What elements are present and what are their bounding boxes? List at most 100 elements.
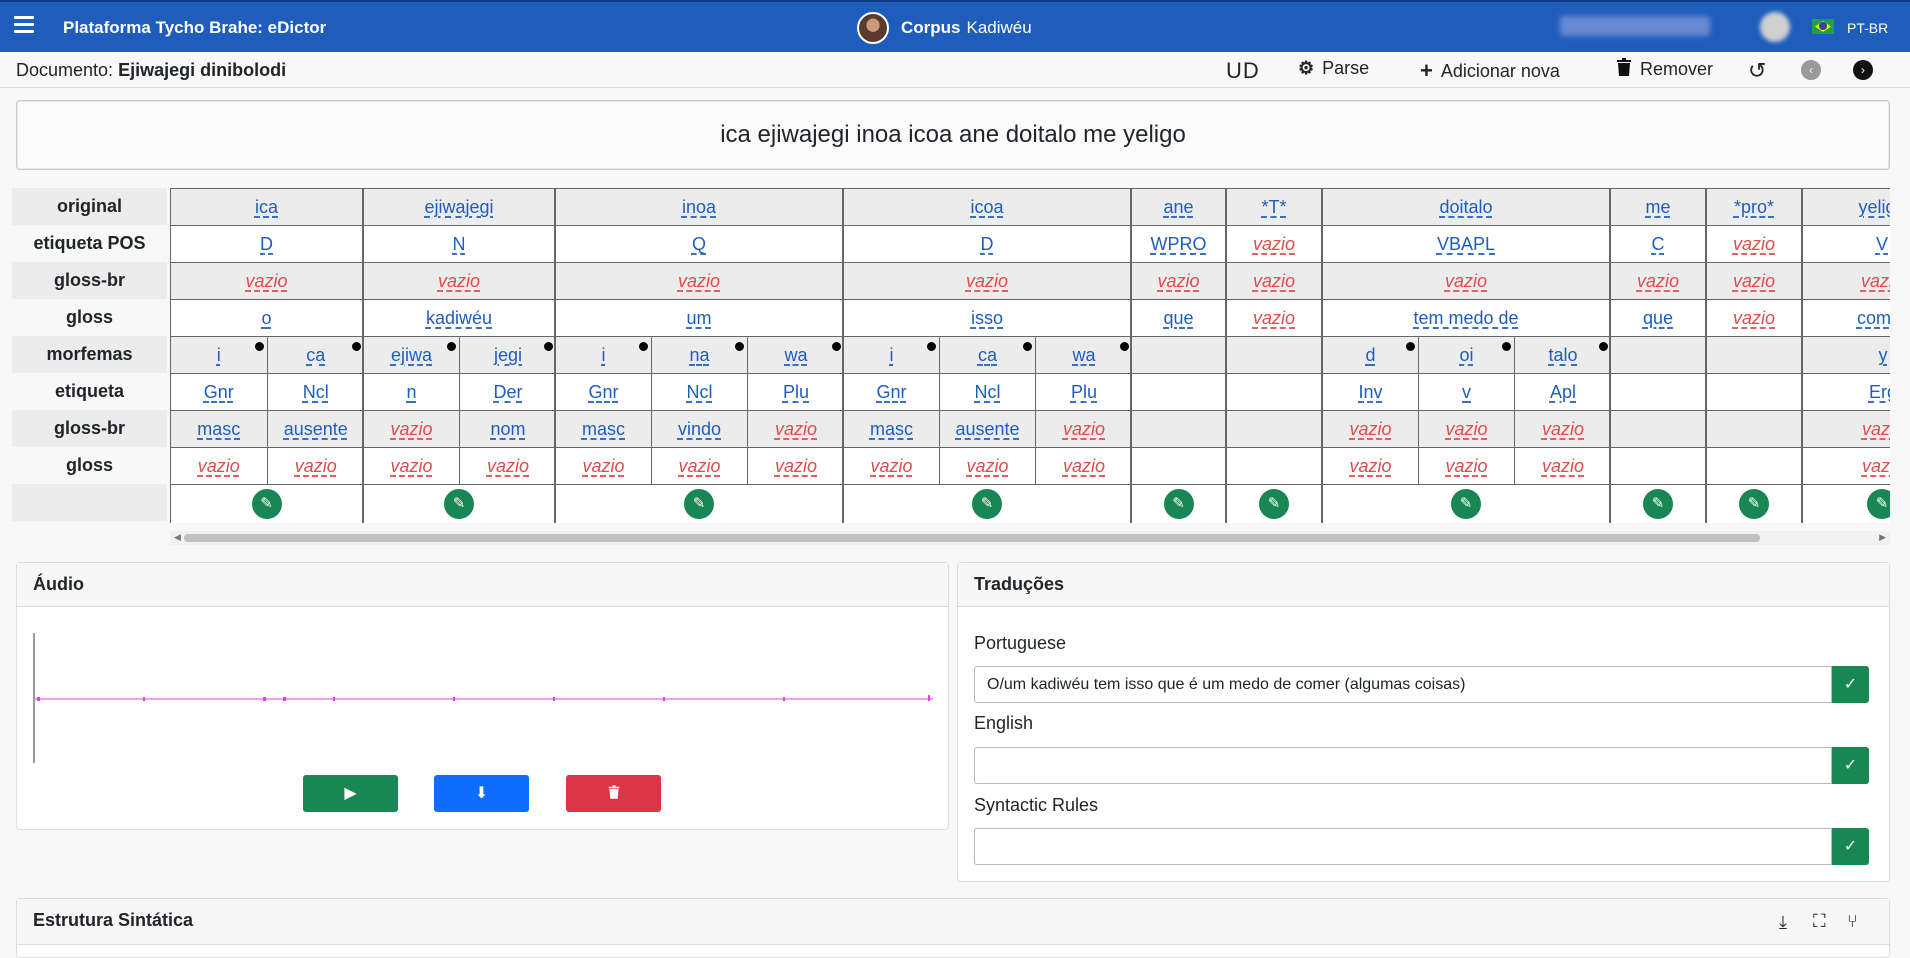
- morpheme-tag[interactable]: Erg: [1869, 382, 1890, 402]
- word-gloss-br[interactable]: vazio: [1253, 271, 1295, 291]
- edit-word-button[interactable]: ✎: [444, 489, 474, 519]
- scrollbar-thumb[interactable]: [184, 534, 1760, 542]
- word-gloss[interactable]: vazio: [1733, 308, 1775, 328]
- morpheme-handle-dot[interactable]: [1120, 342, 1129, 351]
- word-original[interactable]: ejiwajegi: [424, 197, 493, 217]
- word-gloss[interactable]: que: [1163, 308, 1193, 328]
- morpheme-gloss-br[interactable]: ausente: [955, 419, 1019, 439]
- word-original[interactable]: inoa: [682, 197, 716, 217]
- user-avatar[interactable]: [1760, 12, 1790, 42]
- morpheme[interactable]: i: [602, 345, 606, 365]
- morpheme-gloss-br[interactable]: masc: [197, 419, 240, 439]
- word-pos-tag[interactable]: vazio: [1253, 234, 1295, 254]
- morpheme[interactable]: jegi: [494, 345, 522, 365]
- edit-word-button[interactable]: ✎: [251, 489, 282, 519]
- language-selector[interactable]: PT-BR: [1847, 20, 1888, 36]
- audio-waveform[interactable]: [33, 633, 933, 769]
- morpheme-gloss-br[interactable]: ausente: [284, 419, 348, 439]
- morpheme-gloss[interactable]: vazio: [198, 456, 240, 476]
- morpheme-tag[interactable]: Plu: [783, 382, 809, 402]
- word-gloss[interactable]: o: [261, 308, 271, 328]
- word-gloss-br[interactable]: vazio: [438, 271, 480, 291]
- word-gloss[interactable]: que: [1643, 308, 1673, 328]
- word-gloss[interactable]: isso: [971, 308, 1003, 328]
- word-pos-tag[interactable]: Q: [692, 234, 706, 254]
- morpheme-gloss-br[interactable]: vazio: [1063, 419, 1105, 439]
- morpheme-gloss-br[interactable]: vindo: [678, 419, 721, 439]
- word-gloss[interactable]: kadiwéu: [426, 308, 492, 328]
- word-gloss-br[interactable]: vazio: [966, 271, 1008, 291]
- undo-icon[interactable]: ↺: [1748, 58, 1766, 84]
- morpheme-gloss[interactable]: vazio: [1063, 456, 1105, 476]
- morpheme-handle-dot[interactable]: [832, 342, 841, 351]
- morpheme-gloss[interactable]: vazio: [1349, 456, 1391, 476]
- morpheme-tag[interactable]: Gnr: [876, 382, 906, 402]
- morpheme-handle-dot[interactable]: [447, 342, 456, 351]
- translation-input-english[interactable]: [974, 747, 1832, 784]
- morpheme-gloss[interactable]: vazio: [870, 456, 912, 476]
- morpheme-handle-dot[interactable]: [927, 342, 936, 351]
- morpheme-handle-dot[interactable]: [1502, 342, 1511, 351]
- morpheme-tag[interactable]: Apl: [1550, 382, 1576, 402]
- word-gloss[interactable]: um: [686, 308, 711, 328]
- morpheme-gloss[interactable]: vazio: [295, 456, 337, 476]
- morpheme[interactable]: oi: [1459, 345, 1473, 365]
- parse-button[interactable]: ⚙ Parse: [1298, 58, 1369, 79]
- morpheme-tag[interactable]: Der: [493, 382, 522, 402]
- morpheme[interactable]: talo: [1548, 345, 1577, 365]
- tree-icon[interactable]: ⑂: [1847, 911, 1858, 932]
- edit-word-button[interactable]: ✎: [1259, 489, 1289, 519]
- word-original[interactable]: *pro*: [1734, 197, 1774, 217]
- edit-word-button[interactable]: ✎: [1451, 489, 1481, 519]
- morpheme[interactable]: d: [1365, 345, 1375, 365]
- word-gloss-br[interactable]: vazio: [678, 271, 720, 291]
- morpheme-handle-dot[interactable]: [1406, 342, 1415, 351]
- translation-input-portuguese[interactable]: [974, 666, 1832, 703]
- word-gloss-br[interactable]: vazio: [245, 271, 287, 291]
- morpheme-gloss-br[interactable]: vazio: [1445, 419, 1487, 439]
- morpheme-tag[interactable]: n: [406, 382, 416, 402]
- morpheme-tag[interactable]: Gnr: [204, 382, 234, 402]
- save-english-button[interactable]: ✓: [1832, 747, 1869, 784]
- word-gloss-br[interactable]: vazio: [1861, 271, 1890, 291]
- morpheme-gloss[interactable]: vazio: [1862, 456, 1890, 476]
- word-gloss[interactable]: comer: [1857, 308, 1890, 328]
- morpheme[interactable]: wa: [1072, 345, 1095, 365]
- remove-button[interactable]: Remover: [1616, 58, 1713, 81]
- morpheme-tag[interactable]: Gnr: [588, 382, 618, 402]
- morpheme-tag[interactable]: Inv: [1358, 382, 1382, 402]
- morpheme[interactable]: i: [217, 345, 221, 365]
- word-gloss[interactable]: vazio: [1253, 308, 1295, 328]
- morpheme-handle-dot[interactable]: [352, 342, 361, 351]
- word-original[interactable]: doitalo: [1439, 197, 1492, 217]
- word-original[interactable]: me: [1645, 197, 1670, 217]
- word-gloss-br[interactable]: vazio: [1637, 271, 1679, 291]
- delete-audio-button[interactable]: [566, 775, 661, 812]
- morpheme-tag[interactable]: Ncl: [687, 382, 713, 402]
- scroll-right-arrow[interactable]: ▶: [1879, 532, 1886, 543]
- morpheme[interactable]: y: [1879, 345, 1888, 365]
- fullscreen-icon[interactable]: ⛶: [1813, 911, 1826, 932]
- word-gloss-br[interactable]: vazio: [1445, 271, 1487, 291]
- word-pos-tag[interactable]: V: [1876, 234, 1888, 254]
- morpheme-gloss[interactable]: vazio: [1445, 456, 1487, 476]
- add-new-button[interactable]: + Adicionar nova: [1420, 58, 1560, 84]
- previous-sentence-button[interactable]: ‹: [1801, 60, 1821, 80]
- word-gloss-br[interactable]: vazio: [1157, 271, 1199, 291]
- morpheme-gloss-br[interactable]: vazio: [1349, 419, 1391, 439]
- word-pos-tag[interactable]: D: [260, 234, 273, 254]
- morpheme-handle-dot[interactable]: [735, 342, 744, 351]
- edit-word-button[interactable]: ✎: [1739, 489, 1769, 519]
- edit-word-button[interactable]: ✎: [684, 489, 714, 519]
- morpheme-gloss[interactable]: vazio: [487, 456, 529, 476]
- edit-word-button[interactable]: ✎: [1643, 489, 1673, 519]
- morpheme-gloss-br[interactable]: masc: [870, 419, 913, 439]
- word-pos-tag[interactable]: D: [981, 234, 994, 254]
- morpheme-gloss[interactable]: vazio: [1542, 456, 1584, 476]
- word-original[interactable]: ane: [1163, 197, 1193, 217]
- translation-input-syntactic-rules[interactable]: [974, 828, 1832, 865]
- user-name-blurred[interactable]: [1560, 16, 1710, 36]
- morpheme-gloss[interactable]: vazio: [775, 456, 817, 476]
- morpheme-gloss[interactable]: vazio: [966, 456, 1008, 476]
- download-audio-button[interactable]: ⬇: [434, 775, 529, 812]
